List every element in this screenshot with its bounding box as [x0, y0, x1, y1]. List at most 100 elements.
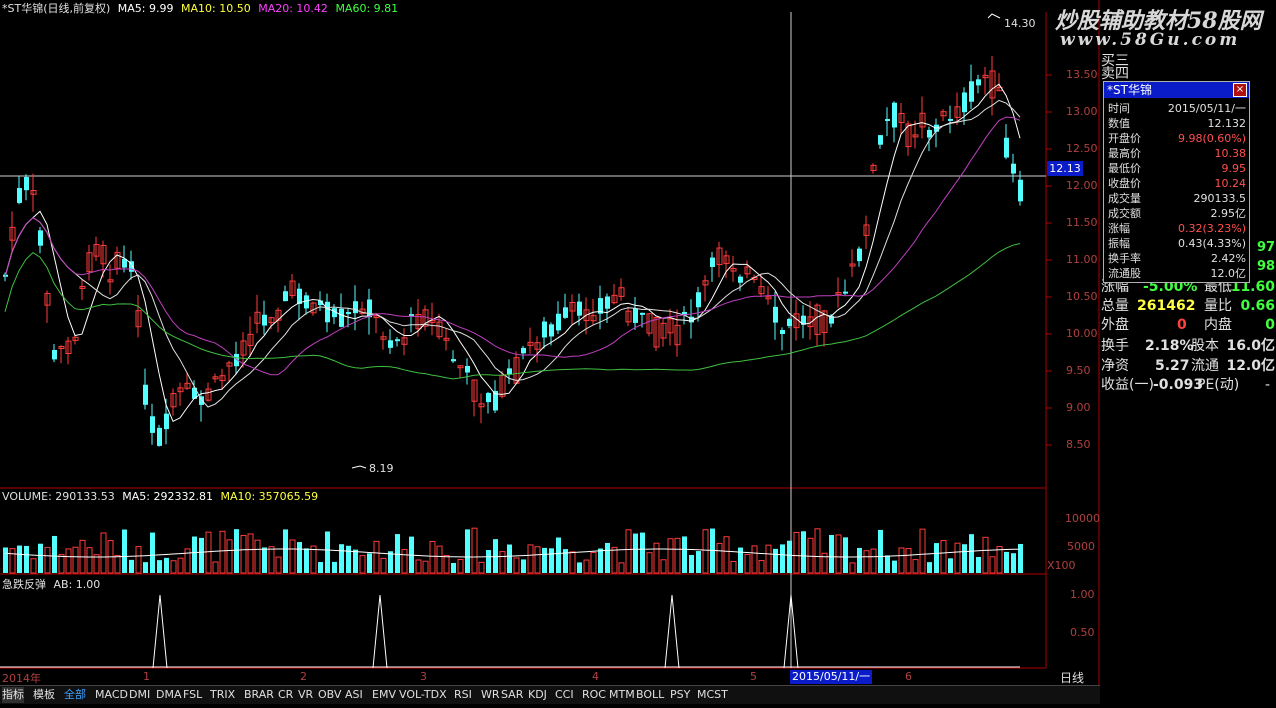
- candle-body: [52, 349, 57, 360]
- popup-row-key: 收盘价: [1108, 177, 1141, 190]
- candle-body: [24, 177, 29, 191]
- popup-row-key: 涨幅: [1108, 222, 1130, 235]
- candle-body: [143, 384, 148, 405]
- volume-bar: [549, 548, 554, 573]
- tab-sar[interactable]: SAR: [501, 687, 523, 703]
- tab-全部[interactable]: 全部: [64, 687, 86, 703]
- volume-bar: [254, 539, 261, 574]
- popup-row-key: 最低价: [1108, 162, 1141, 175]
- date-axis-label: 5: [750, 670, 757, 683]
- volume-bar: [212, 561, 219, 574]
- volume-bar: [598, 548, 603, 573]
- volume-bar: [583, 559, 590, 574]
- tab-kdj[interactable]: KDJ: [528, 687, 547, 703]
- tab-mcst[interactable]: MCST: [697, 687, 728, 703]
- total-volume-label: 总量: [1101, 298, 1129, 314]
- candle-body: [787, 318, 792, 326]
- candle-body: [157, 427, 162, 446]
- volume-bar: [927, 562, 932, 573]
- price-axis-label: 11.50: [1066, 216, 1098, 229]
- volume-bar: [1004, 551, 1009, 573]
- popup-row-key: 数值: [1108, 117, 1130, 130]
- tab-obv[interactable]: OBV: [318, 687, 341, 703]
- tab-psy[interactable]: PSY: [670, 687, 690, 703]
- tab-dma[interactable]: DMA: [156, 687, 182, 703]
- volume-bar: [640, 532, 645, 573]
- volume-value: VOLUME: 290133.53: [2, 490, 115, 503]
- tab-trix[interactable]: TRIX: [210, 687, 235, 703]
- close-icon[interactable]: ×: [1233, 83, 1247, 97]
- volume-bar: [577, 562, 582, 573]
- tab-vol-tdx[interactable]: VOL-TDX: [399, 687, 447, 703]
- ma10-value: MA10: 10.50: [181, 2, 251, 15]
- indicator-spike: [664, 594, 680, 669]
- volume-axis-unit: X100: [1047, 559, 1076, 572]
- volume-bar: [948, 558, 953, 573]
- candle-body: [486, 392, 491, 403]
- tab-指标[interactable]: 指标: [2, 687, 24, 703]
- candle-body: [948, 118, 953, 121]
- candle-body: [885, 119, 890, 122]
- volume-bar: [744, 554, 751, 574]
- tab-dmi[interactable]: DMI: [129, 687, 150, 703]
- tab-cr[interactable]: CR: [278, 687, 293, 703]
- volume-bar: [534, 546, 541, 574]
- date-axis-label: 2: [300, 670, 307, 683]
- volume-bar: [72, 546, 79, 574]
- candle-body: [465, 365, 470, 373]
- volume-bar: [304, 548, 309, 573]
- indicator-header: 急跌反弹 AB: 1.00: [2, 576, 100, 592]
- popup-row-key: 振幅: [1108, 237, 1130, 250]
- tab-emv[interactable]: EMV: [372, 687, 396, 703]
- popup-row: 振幅 0.43(4.33%): [1108, 236, 1248, 251]
- popup-row-value: 10.24: [1214, 177, 1247, 190]
- volume-bar: [297, 542, 302, 573]
- tab-fsl[interactable]: FSL: [183, 687, 202, 703]
- date-crosshair-marker: 2015/05/11/一: [790, 670, 873, 684]
- quote-row-outer-inner: 外盘 0 内盘 0: [1101, 315, 1276, 335]
- capital-value: 16.0亿: [1226, 338, 1275, 354]
- tab-asi[interactable]: ASI: [345, 687, 363, 703]
- popup-row-value: 12.0亿: [1210, 267, 1247, 280]
- tab-rsi[interactable]: RSI: [454, 687, 472, 703]
- bar-info-popup[interactable]: *ST华锦 × 时间 2015/05/11/一 数值 12.132 开盘价 9.98(0.…: [1103, 81, 1250, 283]
- tab-模板[interactable]: 模板: [33, 687, 55, 703]
- volume-bar: [170, 560, 177, 574]
- tab-roc[interactable]: ROC: [582, 687, 606, 703]
- volume-bar: [262, 547, 267, 573]
- volume-bar: [177, 557, 184, 574]
- tab-macd[interactable]: MACD: [95, 687, 128, 703]
- volume-bar: [954, 542, 961, 574]
- popup-row-value: 290133.5: [1193, 192, 1247, 205]
- tab-cci[interactable]: CCI: [555, 687, 574, 703]
- volume-bar: [135, 546, 142, 574]
- candle-body: [262, 314, 267, 326]
- popup-row: 换手率 2.42%: [1108, 251, 1248, 266]
- total-volume-value: 261462: [1137, 298, 1196, 314]
- volume-bar: [359, 555, 366, 574]
- volume-bar: [157, 560, 162, 573]
- volume-header: VOLUME: 290133.53 MA5: 292332.81 MA10: 3…: [2, 490, 318, 503]
- volume-bar: [773, 548, 778, 573]
- tab-brar[interactable]: BRAR: [244, 687, 274, 703]
- tab-vr[interactable]: VR: [298, 687, 313, 703]
- volume-bar: [422, 560, 429, 574]
- tab-mtm[interactable]: MTM: [609, 687, 635, 703]
- ma5-value: MA5: 9.99: [117, 2, 174, 15]
- tab-boll[interactable]: BOLL: [636, 687, 664, 703]
- volume-bar: [325, 531, 330, 573]
- candle-body: [1004, 137, 1009, 158]
- period-label[interactable]: 日线: [1060, 669, 1084, 686]
- volume-bar: [1011, 553, 1016, 573]
- capital-label: 股本: [1191, 338, 1219, 354]
- tab-wr[interactable]: WR: [481, 687, 500, 703]
- popup-row-key: 成交额: [1108, 207, 1141, 220]
- volume-bar: [682, 536, 687, 573]
- popup-row: 收盘价 10.24: [1108, 176, 1248, 191]
- volume-bar: [758, 560, 765, 574]
- date-axis-label: 1: [143, 670, 150, 683]
- candle-body: [605, 296, 610, 309]
- popup-row-value: 9.95: [1221, 162, 1247, 175]
- volume-bar: [835, 534, 842, 574]
- popup-row-key: 流通股: [1108, 267, 1141, 280]
